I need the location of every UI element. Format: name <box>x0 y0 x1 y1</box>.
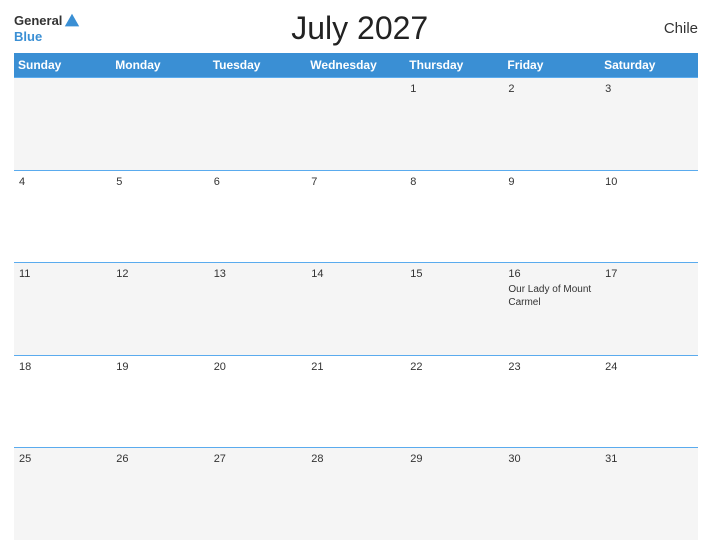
calendar-day-cell: 12 <box>111 263 208 356</box>
calendar-day-cell: 26 <box>111 448 208 541</box>
calendar-week-row: 25 26 27 28 29 30 31 <box>14 448 698 541</box>
calendar-day-cell: 5 <box>111 170 208 263</box>
calendar-day-cell: 4 <box>14 170 111 263</box>
day-number: 14 <box>311 268 400 280</box>
day-number: 17 <box>605 268 693 280</box>
day-number: 18 <box>19 361 106 373</box>
calendar-week-row: 456789 10 <box>14 170 698 263</box>
calendar-day-cell: 30 <box>503 448 600 541</box>
calendar-day-cell <box>209 78 307 171</box>
day-number: 26 <box>116 453 203 465</box>
calendar-day-cell: 31 <box>600 448 698 541</box>
day-number: 21 <box>311 361 400 373</box>
day-number: 12 <box>116 268 203 280</box>
day-number: 2 <box>508 83 595 95</box>
day-of-week-header: Thursday <box>405 53 503 78</box>
calendar-day-cell: 1 <box>405 78 503 171</box>
calendar-day-cell: 19 <box>111 355 208 448</box>
calendar-day-cell <box>14 78 111 171</box>
calendar-day-cell: 2 <box>503 78 600 171</box>
calendar-day-cell: 16 Our Lady of Mount Carmel <box>503 263 600 356</box>
day-number: 27 <box>214 453 302 465</box>
day-number: 29 <box>410 453 498 465</box>
day-number: 10 <box>605 176 693 188</box>
calendar-event: Our Lady of Mount Carmel <box>508 283 595 309</box>
logo-blue-text: Blue <box>14 30 81 44</box>
calendar-day-cell <box>111 78 208 171</box>
calendar-day-cell: 10 <box>600 170 698 263</box>
calendar-day-cell: 17 <box>600 263 698 356</box>
calendar-day-cell: 29 <box>405 448 503 541</box>
day-of-week-header: Sunday <box>14 53 111 78</box>
month-title: July 2027 <box>81 10 638 47</box>
calendar-day-cell: 3 <box>600 78 698 171</box>
calendar-day-cell: 13 <box>209 263 307 356</box>
day-number: 30 <box>508 453 595 465</box>
day-of-week-header: Friday <box>503 53 600 78</box>
day-number: 31 <box>605 453 693 465</box>
calendar-day-cell: 9 <box>503 170 600 263</box>
calendar-week-row: 18 19 20 21 22 23 24 <box>14 355 698 448</box>
day-number: 24 <box>605 361 693 373</box>
day-number: 7 <box>311 176 400 188</box>
calendar-day-cell: 11 <box>14 263 111 356</box>
calendar-day-cell: 14 <box>306 263 405 356</box>
calendar-day-cell: 21 <box>306 355 405 448</box>
calendar-day-cell: 25 <box>14 448 111 541</box>
day-number: 9 <box>508 176 595 188</box>
calendar-day-cell: 23 <box>503 355 600 448</box>
calendar-table: SundayMondayTuesdayWednesdayThursdayFrid… <box>14 53 698 540</box>
day-of-week-header: Saturday <box>600 53 698 78</box>
calendar-week-row: 123 <box>14 78 698 171</box>
days-of-week-row: SundayMondayTuesdayWednesdayThursdayFrid… <box>14 53 698 78</box>
day-number: 1 <box>410 83 498 95</box>
calendar-day-cell: 28 <box>306 448 405 541</box>
calendar-day-cell: 27 <box>209 448 307 541</box>
calendar-day-cell: 22 <box>405 355 503 448</box>
calendar-day-cell: 7 <box>306 170 405 263</box>
day-number: 8 <box>410 176 498 188</box>
day-number: 5 <box>116 176 203 188</box>
calendar-day-cell <box>306 78 405 171</box>
day-number: 23 <box>508 361 595 373</box>
day-number: 4 <box>19 176 106 188</box>
day-number: 16 <box>508 268 595 280</box>
calendar-day-cell: 6 <box>209 170 307 263</box>
day-number: 20 <box>214 361 302 373</box>
day-of-week-header: Wednesday <box>306 53 405 78</box>
day-number: 15 <box>410 268 498 280</box>
calendar-day-cell: 15 <box>405 263 503 356</box>
day-number: 19 <box>116 361 203 373</box>
logo-triangle-icon <box>63 12 81 30</box>
day-number: 11 <box>19 268 106 280</box>
calendar-header: General Blue July 2027 Chile <box>14 10 698 47</box>
calendar-day-cell: 8 <box>405 170 503 263</box>
day-number: 28 <box>311 453 400 465</box>
day-of-week-header: Monday <box>111 53 208 78</box>
calendar-container: General Blue July 2027 Chile SundayMonda… <box>0 0 712 550</box>
day-number: 22 <box>410 361 498 373</box>
day-of-week-header: Tuesday <box>209 53 307 78</box>
day-number: 6 <box>214 176 302 188</box>
country-label: Chile <box>638 20 698 37</box>
day-number: 3 <box>605 83 693 95</box>
calendar-day-cell: 18 <box>14 355 111 448</box>
calendar-day-cell: 24 <box>600 355 698 448</box>
day-number: 13 <box>214 268 302 280</box>
logo: General Blue <box>14 12 81 44</box>
day-number: 25 <box>19 453 106 465</box>
calendar-week-row: 11 12 13 14 15 16 Our Lady of Mount Carmel 17 <box>14 263 698 356</box>
calendar-day-cell: 20 <box>209 355 307 448</box>
logo-general-text: General <box>14 14 62 28</box>
